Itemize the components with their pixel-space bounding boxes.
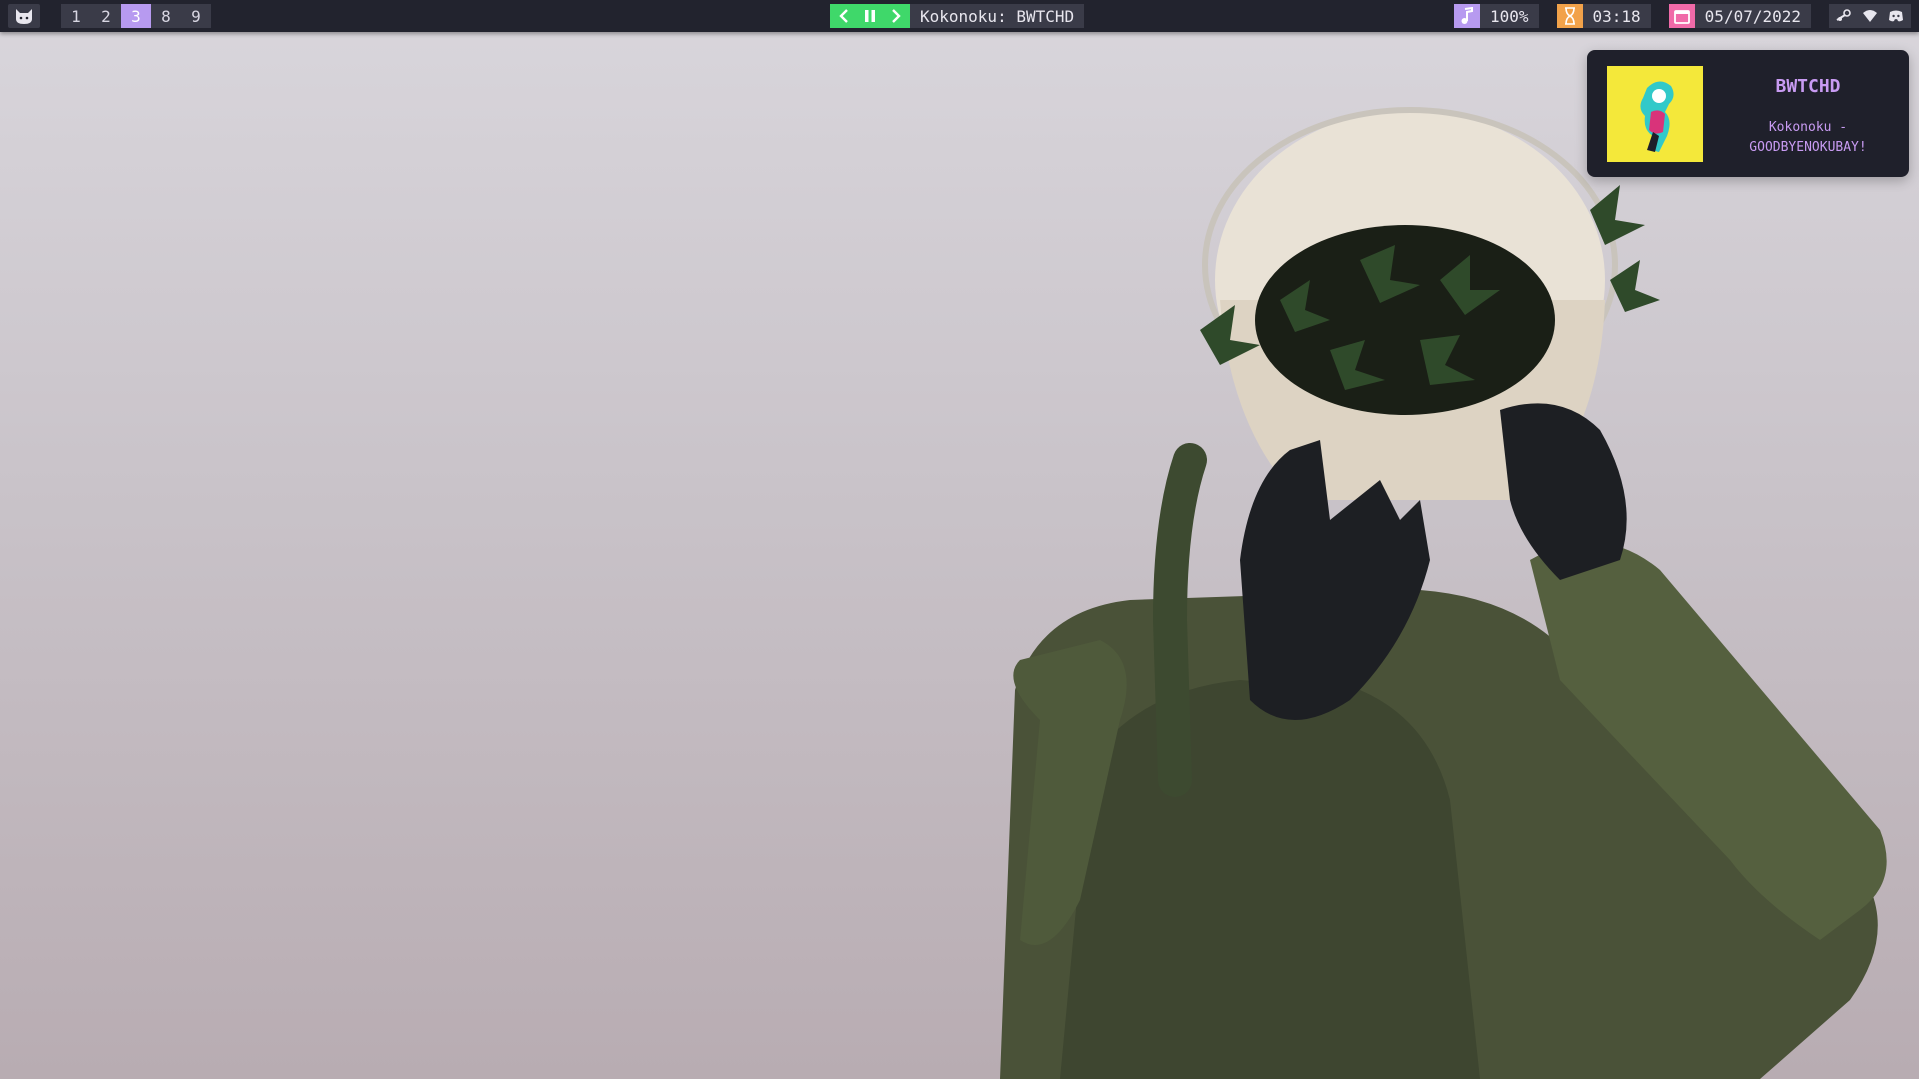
notification-title: BWTCHD: [1775, 76, 1841, 97]
music-note-icon: [1453, 4, 1480, 28]
discord-icon[interactable]: [1887, 7, 1905, 25]
clock-module[interactable]: 03:18: [1556, 4, 1651, 28]
workspace-8[interactable]: 8: [151, 4, 181, 28]
volume-module[interactable]: 100%: [1453, 4, 1539, 28]
workspace-switcher: 1 2 3 8 9: [61, 4, 211, 28]
clock-value: 03:18: [1592, 6, 1641, 26]
workspace-2[interactable]: 2: [91, 4, 121, 28]
chevron-right-icon: [892, 9, 901, 23]
now-playing-text: Kokonoku: BWTCHD: [920, 6, 1075, 26]
now-playing-label[interactable]: Kokonoku: BWTCHD: [910, 4, 1085, 28]
volume-value: 100%: [1489, 6, 1529, 26]
workspace-label: 2: [101, 6, 111, 26]
media-notification[interactable]: BWTCHD Kokonoku - GOODBYENOKUBAY!: [1587, 50, 1909, 177]
notification-body: Kokonoku - GOODBYENOKUBAY!: [1717, 118, 1899, 158]
astronaut-figure: [1000, 107, 1887, 1079]
media-controls: [830, 4, 910, 28]
calendar-icon: [1668, 4, 1695, 28]
media-player-module: Kokonoku: BWTCHD: [830, 4, 1085, 28]
status-modules: 100% 03:18 05/07/2022: [1436, 4, 1911, 28]
date-value: 05/07/2022: [1704, 6, 1801, 26]
play-pause-button[interactable]: [860, 4, 880, 28]
workspace-1[interactable]: 1: [61, 4, 91, 28]
workspace-label: 1: [71, 6, 81, 26]
workspace-3[interactable]: 3: [121, 4, 151, 28]
wifi-icon[interactable]: [1861, 7, 1879, 25]
next-track-button[interactable]: [886, 4, 906, 28]
workspace-label: 8: [161, 6, 171, 26]
launcher-button[interactable]: [8, 4, 40, 28]
top-bar: 1 2 3 8 9 Kokonoku: BWTCHD 100% 03:18 05…: [0, 0, 1919, 32]
notification-album: GOODBYENOKUBAY!: [1749, 140, 1867, 155]
date-module[interactable]: 05/07/2022: [1668, 4, 1811, 28]
chevron-left-icon: [839, 9, 848, 23]
workspace-label: 3: [131, 6, 141, 26]
system-tray: [1829, 4, 1911, 28]
previous-track-button[interactable]: [834, 4, 854, 28]
cat-icon: [16, 9, 32, 24]
workspace-label: 9: [191, 6, 201, 26]
hourglass-icon: [1556, 4, 1583, 28]
steam-icon[interactable]: [1835, 7, 1853, 25]
pause-icon: [865, 10, 875, 22]
workspace-9[interactable]: 9: [181, 4, 211, 28]
album-art-image: [1607, 66, 1703, 162]
notification-artist: Kokonoku -: [1768, 120, 1848, 135]
